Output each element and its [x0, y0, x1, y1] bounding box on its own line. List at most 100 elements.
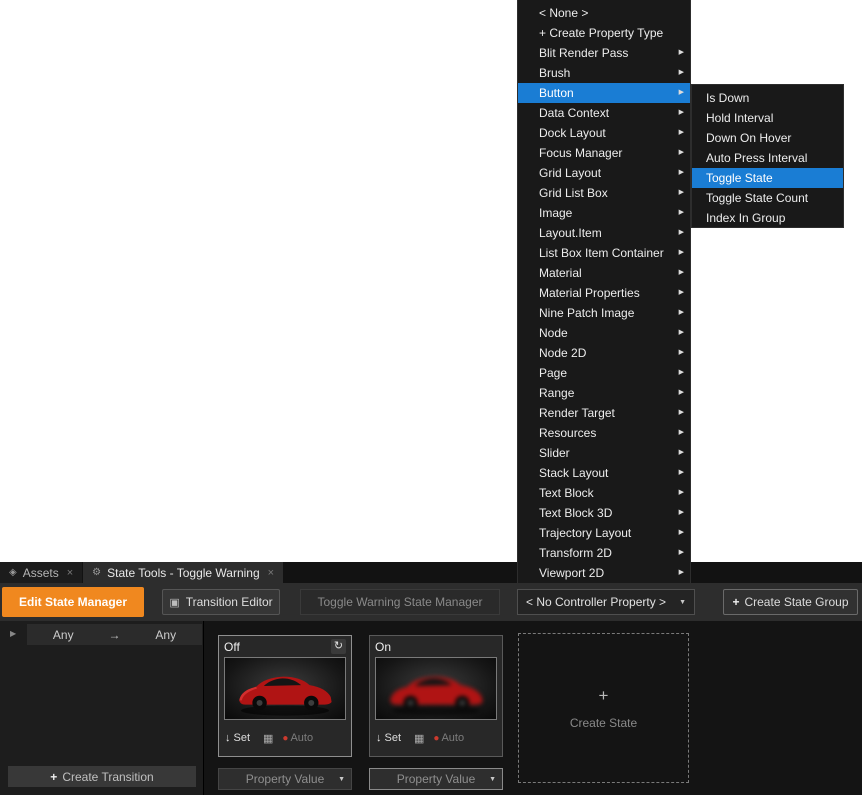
- submenu-arrow-icon: ▶: [679, 323, 684, 343]
- create-property-type-menu: < None > + Create Property Type Blit Rende…: [517, 0, 691, 584]
- set-button[interactable]: ↓ Set: [225, 732, 250, 744]
- submenu-arrow-icon: ▶: [679, 463, 684, 483]
- submenu-arrow-icon: ▶: [679, 123, 684, 143]
- chevron-down-icon: ▼: [338, 776, 345, 783]
- property-value-label: Property Value: [397, 772, 476, 786]
- menu-item-text-block-3d[interactable]: Text Block 3D▶: [518, 503, 690, 523]
- submenu-arrow-icon: ▶: [679, 563, 684, 583]
- tab-state-tools[interactable]: ⚙ State Tools - Toggle Warning ×: [83, 562, 283, 583]
- state-name: On: [375, 640, 497, 654]
- menu-item-focus-manager[interactable]: Focus Manager▶: [518, 143, 690, 163]
- menu-item-label: Trajectory Layout: [539, 526, 631, 540]
- menu-item-label: Node: [539, 326, 568, 340]
- set-button[interactable]: ↓ Set: [376, 732, 401, 744]
- menu-item-viewport-2d[interactable]: Viewport 2D▶: [518, 563, 690, 583]
- record-dot-icon: ●: [433, 733, 439, 744]
- menu-item-slider[interactable]: Slider ▶: [518, 443, 690, 463]
- assets-icon: ◈: [9, 567, 17, 578]
- menu-item-node-2d[interactable]: Node 2D▶: [518, 343, 690, 363]
- tab-assets[interactable]: ◈ Assets ×: [0, 562, 82, 583]
- menu-item-label: Toggle State Count: [706, 191, 808, 205]
- create-state-group-label: Create State Group: [744, 595, 848, 609]
- menu-item-label: + Create Property Type: [539, 26, 663, 40]
- menu-item-brush[interactable]: Brush▶: [518, 63, 690, 83]
- submenu-arrow-icon: ▶: [679, 143, 684, 163]
- chevron-down-icon: ▼: [679, 599, 686, 606]
- menu-item-list-box-item-container[interactable]: List Box Item Container▶: [518, 243, 690, 263]
- menu-item-is-down[interactable]: Is Down: [692, 88, 843, 108]
- button-submenu: Is DownHold IntervalDown On HoverAuto Pr…: [691, 84, 844, 228]
- menu-item-text-block[interactable]: Text Block▶: [518, 483, 690, 503]
- menu-item-layout-item[interactable]: Layout.Item▶: [518, 223, 690, 243]
- menu-item-button[interactable]: Button ▶: [518, 83, 690, 103]
- menu-item-data-context[interactable]: Data Context▶: [518, 103, 690, 123]
- property-value-dropdown-on[interactable]: Property Value ▼: [369, 768, 503, 790]
- set-label: Set: [234, 732, 251, 744]
- plus-icon: +: [50, 770, 57, 784]
- menu-item-hold-interval[interactable]: Hold Interval: [692, 108, 843, 128]
- menu-item-material[interactable]: Material▶: [518, 263, 690, 283]
- submenu-arrow-icon: ▶: [679, 43, 684, 63]
- transition-row[interactable]: Any → Any: [27, 624, 202, 645]
- menu-item-render-target[interactable]: Render Target▶: [518, 403, 690, 423]
- expander-icon[interactable]: ▶: [10, 629, 16, 638]
- menu-item-label: Dock Layout: [539, 126, 606, 140]
- submenu-arrow-icon: ▶: [679, 443, 684, 463]
- auto-toggle[interactable]: ● Auto: [433, 732, 464, 744]
- state-manager-name-field: Toggle Warning State Manager: [300, 589, 500, 615]
- state-thumbnail: [375, 657, 497, 720]
- menu-item-create-property-type[interactable]: + Create Property Type: [518, 23, 690, 43]
- create-state-button[interactable]: + Create State: [518, 633, 689, 783]
- menu-item-stack-layout[interactable]: Stack Layout▶: [518, 463, 690, 483]
- submenu-arrow-icon: ▶: [679, 103, 684, 123]
- menu-item-label: Grid List Box: [539, 186, 608, 200]
- close-icon[interactable]: ×: [67, 567, 73, 579]
- menu-item-range[interactable]: Range▶: [518, 383, 690, 403]
- menu-item-nine-patch-image[interactable]: Nine Patch Image▶: [518, 303, 690, 323]
- controller-property-dropdown[interactable]: < No Controller Property > ▼: [517, 589, 695, 615]
- submenu-arrow-icon: ▶: [679, 83, 684, 103]
- menu-item-grid-layout[interactable]: Grid Layout▶: [518, 163, 690, 183]
- auto-toggle[interactable]: ● Auto: [282, 732, 313, 744]
- menu-item-node[interactable]: Node ▶: [518, 323, 690, 343]
- menu-item-image[interactable]: Image▶: [518, 203, 690, 223]
- menu-item-page[interactable]: Page▶: [518, 363, 690, 383]
- menu-item-grid-list-box[interactable]: Grid List Box▶: [518, 183, 690, 203]
- menu-item-auto-press-interval[interactable]: Auto Press Interval: [692, 148, 843, 168]
- menu-item-dock-layout[interactable]: Dock Layout ▶: [518, 123, 690, 143]
- submenu-arrow-icon: ▶: [679, 483, 684, 503]
- close-icon[interactable]: ×: [268, 567, 274, 579]
- state-card-on[interactable]: On ↓ Set: [369, 635, 503, 757]
- arrow-down-icon: ↓: [225, 732, 231, 744]
- menu-item-material-properties[interactable]: Material Properties▶: [518, 283, 690, 303]
- menu-item-label: Page: [539, 366, 567, 380]
- state-card-header: Off ↻: [219, 636, 351, 657]
- menu-item-label: Layout.Item: [539, 226, 602, 240]
- table-edit-icon[interactable]: ▦: [263, 732, 273, 745]
- menu-item-index-in-group[interactable]: Index In Group: [692, 208, 843, 228]
- menu-item-toggle-state-count[interactable]: Toggle State Count: [692, 188, 843, 208]
- menu-item-label: Image: [539, 206, 572, 220]
- state-card-off[interactable]: Off ↻: [218, 635, 352, 757]
- menu-item-toggle-state[interactable]: Toggle State: [692, 168, 843, 188]
- states-canvas: Off ↻: [205, 621, 862, 795]
- menu-item-blit-render-pass[interactable]: Blit Render Pass▶: [518, 43, 690, 63]
- menu-item-down-on-hover[interactable]: Down On Hover: [692, 128, 843, 148]
- menu-item-label: Slider: [539, 446, 570, 460]
- create-transition-button[interactable]: + Create Transition: [8, 766, 196, 787]
- default-state-icon[interactable]: ↻: [331, 639, 346, 654]
- property-value-dropdown-off[interactable]: Property Value ▼: [218, 768, 352, 790]
- menu-item-none[interactable]: < None >: [518, 3, 690, 23]
- transition-editor-button[interactable]: ▣ Transition Editor: [162, 589, 280, 615]
- state-card-footer: ↓ Set ▦ ● Auto: [219, 720, 351, 756]
- menu-item-trajectory-layout[interactable]: Trajectory Layout▶: [518, 523, 690, 543]
- table-edit-icon[interactable]: ▦: [414, 732, 424, 745]
- menu-item-resources[interactable]: Resources▶: [518, 423, 690, 443]
- menu-item-transform-2d[interactable]: Transform 2D▶: [518, 543, 690, 563]
- controller-property-value: < No Controller Property >: [526, 595, 666, 609]
- create-state-group-button[interactable]: + Create State Group: [723, 589, 858, 615]
- menu-item-label: Button: [539, 86, 574, 100]
- submenu-arrow-icon: ▶: [679, 383, 684, 403]
- edit-state-manager-button[interactable]: Edit State Manager: [2, 587, 144, 617]
- record-dot-icon: ●: [282, 733, 288, 744]
